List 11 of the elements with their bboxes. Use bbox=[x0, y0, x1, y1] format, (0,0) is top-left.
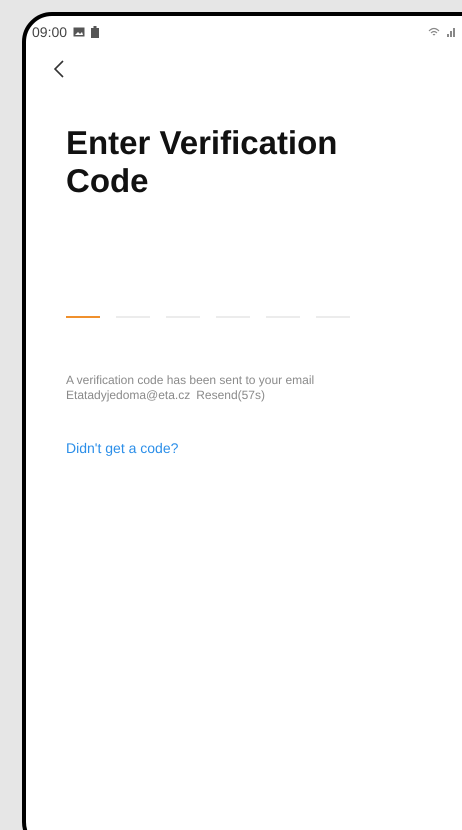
verification-message: A verification code has been sent to your email bbox=[66, 373, 314, 387]
signal-icon bbox=[446, 27, 456, 37]
status-time: 09:00 bbox=[32, 24, 68, 40]
battery-icon bbox=[91, 26, 100, 38]
page-title: Enter Verification Code bbox=[66, 124, 338, 200]
email-address: Etatadyjedoma@eta.cz bbox=[66, 388, 190, 403]
resend-countdown: Resend(57s) bbox=[196, 388, 265, 403]
image-icon bbox=[73, 27, 86, 37]
wifi-icon bbox=[428, 27, 440, 37]
help-link[interactable]: Didn't get a code? bbox=[66, 440, 178, 456]
back-icon[interactable] bbox=[54, 60, 64, 78]
